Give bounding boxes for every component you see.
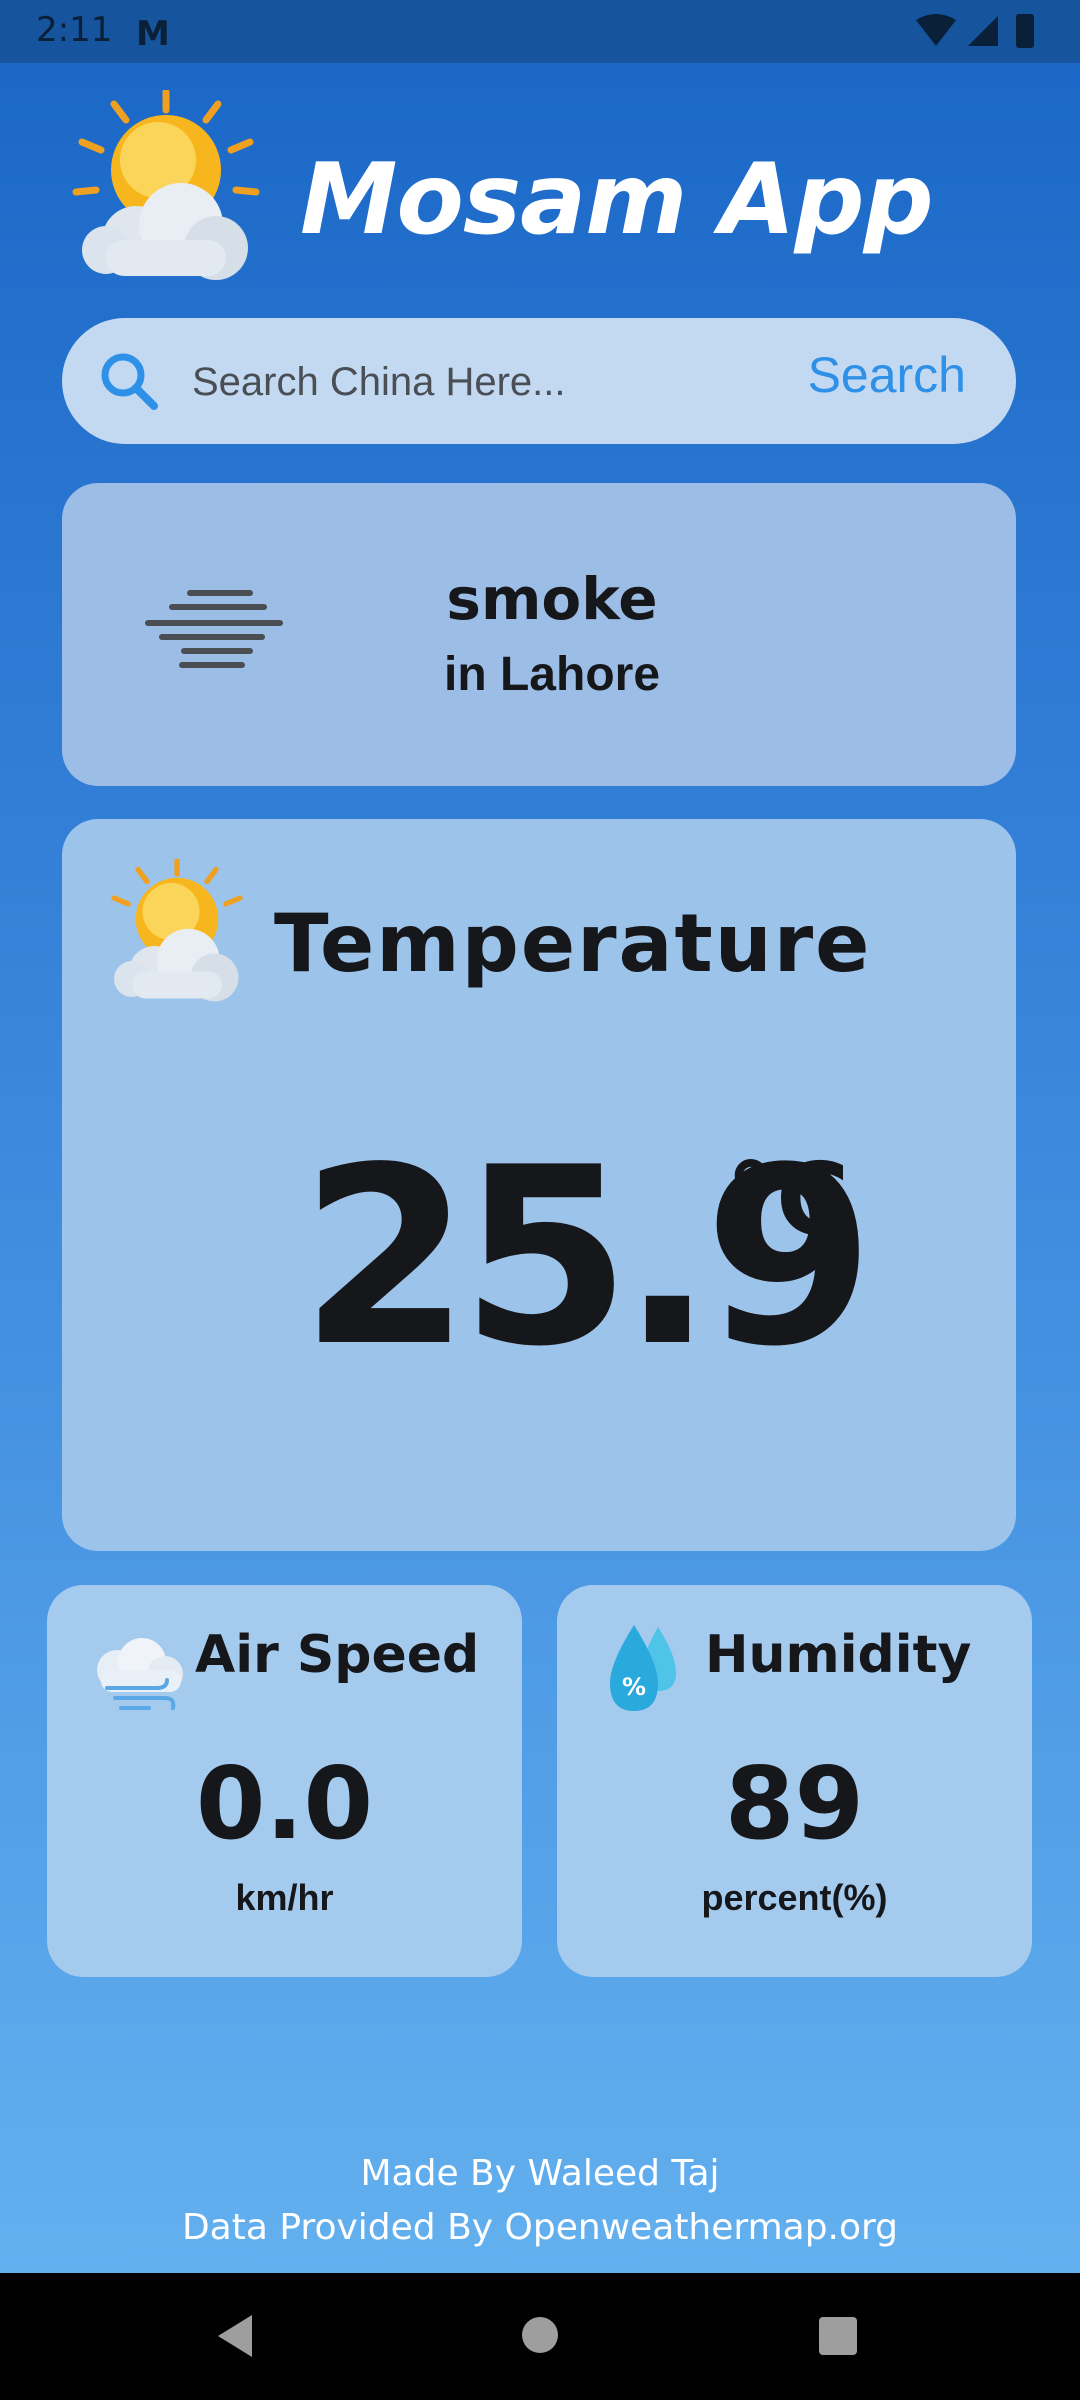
status-time: 2:11 [36,10,113,50]
footer-data-source: Data Provided By Openweathermap.org [181,2207,899,2248]
condition-card: smoke in Lahore [62,483,1016,786]
gmail-notification-icon: M [136,14,170,54]
search-input[interactable] [190,344,814,420]
condition-name: smoke [446,565,658,633]
humidity-card: % Humidity 89 percent(%) [557,1585,1032,1977]
search-button[interactable]: Search [808,346,966,404]
status-icons [914,12,1044,52]
footer-credit: Made By Waleed Taj [360,2153,720,2194]
recent-apps-icon[interactable] [818,2316,858,2356]
temperature-unit: °C [726,1141,850,1258]
humidity-value: 89 [724,1745,865,1862]
home-icon[interactable] [521,2316,559,2354]
status-bar: 2:11 M [0,0,1080,63]
humidity-heading: Humidity [705,1625,972,1685]
air-speed-card: Air Speed 0.0 km/hr [47,1585,522,1977]
smoke-icon [142,583,292,683]
navigation-bar [0,2273,1080,2400]
app-screen: Mosam App Search smo [0,63,1080,2273]
humidity-unit: percent(%) [701,1877,888,1918]
air-speed-unit: km/hr [235,1877,334,1918]
svg-text:%: % [622,1673,646,1701]
air-speed-heading: Air Speed [195,1625,480,1685]
signal-icon [968,16,998,46]
app-title: Mosam App [300,143,934,257]
wifi-icon [916,14,956,46]
sun-cloud-icon [66,88,266,290]
sun-cloud-icon [102,857,252,1009]
search-icon[interactable] [98,350,160,412]
water-drop-icon: % [592,1617,692,1717]
air-speed-value: 0.0 [195,1745,374,1862]
temperature-heading: Temperature [274,897,872,990]
condition-city: in Lahore [443,648,661,701]
search-bar: Search [62,318,1016,444]
wind-icon [87,1630,187,1730]
temperature-card: Temperature 25.9 °C [62,819,1016,1551]
back-icon[interactable] [212,2311,262,2361]
battery-icon [1016,14,1034,48]
